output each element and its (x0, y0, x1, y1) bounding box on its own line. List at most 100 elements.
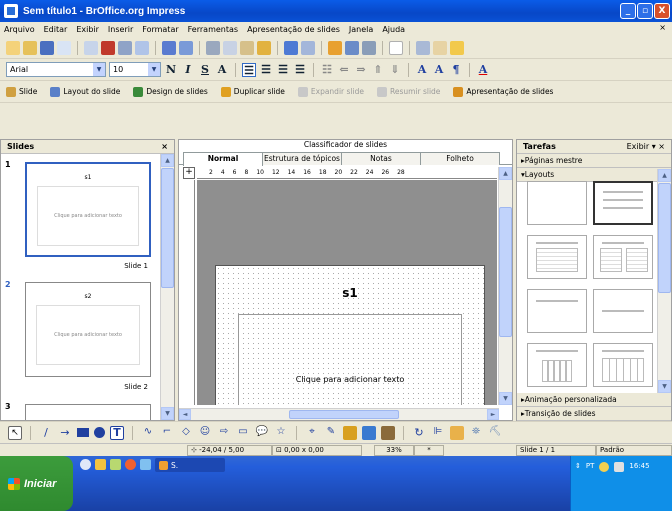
new-document-icon[interactable] (6, 40, 20, 55)
volume-icon[interactable] (614, 462, 625, 472)
network-icon[interactable] (599, 462, 610, 472)
help-icon[interactable] (450, 40, 464, 55)
block-arrows-icon[interactable]: ⇨ (217, 426, 231, 440)
open-icon[interactable] (23, 40, 37, 55)
tray-arrow-icon[interactable]: ⇕ (575, 462, 581, 470)
slide-thumbnail-3[interactable] (25, 404, 151, 420)
select-icon[interactable]: ↖ (8, 425, 22, 440)
slide-workarea[interactable]: s1 Clique para adicionar texto (197, 180, 497, 405)
scroll-right-icon[interactable]: ► (487, 409, 499, 420)
symbol-shapes-icon[interactable]: ☺ (198, 426, 212, 440)
slide-button[interactable]: Slide (6, 86, 37, 97)
duplicate-slide-button[interactable]: Duplicar slide (220, 86, 285, 97)
menu-file[interactable]: Arquivo (4, 25, 35, 34)
layout-centered-text[interactable] (593, 289, 653, 333)
align-right-icon[interactable]: ☰ (276, 63, 290, 77)
slide-layout-button[interactable]: Layout do slide (50, 86, 120, 97)
scroll-thumb[interactable] (289, 410, 399, 419)
layout-chart[interactable] (527, 343, 587, 387)
language-indicator[interactable]: PT (586, 462, 595, 470)
menu-tools[interactable]: Ferramentas (188, 25, 238, 34)
menu-insert[interactable]: Inserir (108, 25, 133, 34)
media-icon[interactable] (125, 459, 136, 470)
move-up-icon[interactable]: ⇑ (371, 63, 385, 77)
display-grid-icon[interactable] (362, 40, 376, 55)
menu-edit[interactable]: Editar (44, 25, 68, 34)
slide-design-button[interactable]: Design de slides (133, 86, 208, 97)
extrusion-icon[interactable]: ⛯ (469, 426, 483, 440)
basic-shapes-icon[interactable]: ◇ (179, 426, 193, 440)
scroll-down-icon[interactable]: ▼ (499, 392, 512, 405)
close-document-icon[interactable]: × (659, 23, 666, 32)
main-vertical-scrollbar[interactable]: ▲ ▼ (498, 167, 512, 405)
close-button[interactable]: X (654, 3, 670, 19)
copy-icon[interactable] (223, 40, 237, 55)
menu-format[interactable]: Formatar (142, 25, 178, 34)
slide-title[interactable]: s1 (216, 286, 484, 300)
layout-two-columns[interactable] (593, 235, 653, 279)
scroll-up-icon[interactable]: ▲ (161, 154, 174, 167)
line-icon[interactable]: / (39, 426, 53, 440)
scroll-down-icon[interactable]: ▼ (658, 380, 671, 393)
layout-table[interactable] (593, 343, 653, 387)
align-left-icon[interactable]: ☰ (242, 62, 256, 77)
section-slide-transition[interactable]: ▸ Transição de slides (517, 407, 671, 421)
chevron-down-icon[interactable]: ▼ (148, 63, 160, 76)
chart-icon[interactable] (328, 40, 342, 55)
messenger-icon[interactable] (140, 459, 151, 470)
toggle-extrusion-icon[interactable]: ⛏ (488, 426, 502, 440)
scroll-thumb[interactable] (161, 168, 174, 288)
undo-icon[interactable] (284, 40, 298, 55)
italic-icon[interactable]: I (181, 63, 195, 77)
from-file-icon[interactable] (362, 425, 376, 440)
horizontal-ruler[interactable]: 2 4 6 8 10 12 14 16 18 20 22 24 26 28 (197, 167, 497, 179)
redo-icon[interactable] (301, 40, 315, 55)
tasks-view-menu[interactable]: Exibir ▾ × (627, 142, 665, 151)
slides-vertical-scrollbar[interactable]: ▲ ▼ (160, 154, 174, 420)
layout-title-only[interactable] (527, 289, 587, 333)
ellipse-icon[interactable] (94, 427, 105, 438)
gallery-icon[interactable] (381, 425, 395, 440)
arrange-icon[interactable] (450, 425, 464, 440)
vertical-ruler[interactable] (183, 180, 195, 405)
slide-show-button[interactable]: Apresentação de slides (453, 86, 553, 97)
rectangle-icon[interactable] (77, 428, 89, 437)
scroll-down-icon[interactable]: ▼ (161, 407, 174, 420)
summary-slide-button[interactable]: Resumir slide (376, 86, 440, 97)
layout-title-text[interactable] (527, 235, 587, 279)
slide-thumbnail-2[interactable]: s2 Clique para adicionar texto (25, 282, 151, 377)
scroll-thumb[interactable] (499, 207, 512, 337)
bold-icon[interactable]: N (164, 63, 178, 77)
chevron-down-icon[interactable]: ▼ (93, 63, 105, 76)
cut-icon[interactable] (206, 40, 220, 55)
points-icon[interactable]: ⌖ (305, 426, 319, 440)
glue-points-icon[interactable]: ✎ (324, 426, 338, 440)
gallery-icon[interactable] (433, 40, 447, 55)
tab-stop-icon[interactable]: + (183, 167, 195, 179)
maximize-button[interactable]: ▫ (637, 3, 653, 19)
connector-icon[interactable]: ⌐ (160, 426, 174, 440)
save-icon[interactable] (40, 40, 54, 55)
slide-thumbnail-1[interactable]: s1 Clique para adicionar texto (25, 162, 151, 257)
desktop-icon[interactable] (110, 459, 121, 470)
text-icon[interactable]: T (110, 425, 124, 440)
alignment-icon[interactable]: ⊫ (431, 426, 445, 440)
promote-icon[interactable]: ⇐ (337, 63, 351, 77)
spellcheck-icon[interactable] (162, 40, 176, 55)
edit-file-icon[interactable] (84, 40, 98, 55)
taskbar-impress-button[interactable]: S. (155, 458, 225, 472)
font-name-select[interactable]: Arial ▼ (6, 62, 106, 77)
window-titlebar[interactable]: Sem título1 - BrOffice.org Impress _ ▫ X (0, 0, 672, 22)
stars-icon[interactable]: ☆ (274, 426, 288, 440)
scroll-up-icon[interactable]: ▲ (658, 169, 671, 182)
tab-notes[interactable]: Notas (341, 152, 421, 165)
page-preview-icon[interactable] (135, 40, 149, 55)
font-size-select[interactable]: 10 ▼ (109, 62, 161, 77)
font-color-icon[interactable]: A (476, 63, 490, 77)
character-icon[interactable]: ¶ (449, 63, 463, 77)
start-button[interactable]: Iniciar (0, 456, 73, 511)
shadow-icon[interactable]: A (215, 63, 229, 77)
demote-icon[interactable]: ⇒ (354, 63, 368, 77)
curve-icon[interactable]: ∿ (141, 426, 155, 440)
section-master-pages[interactable]: ▸ Páginas mestre (517, 154, 671, 168)
